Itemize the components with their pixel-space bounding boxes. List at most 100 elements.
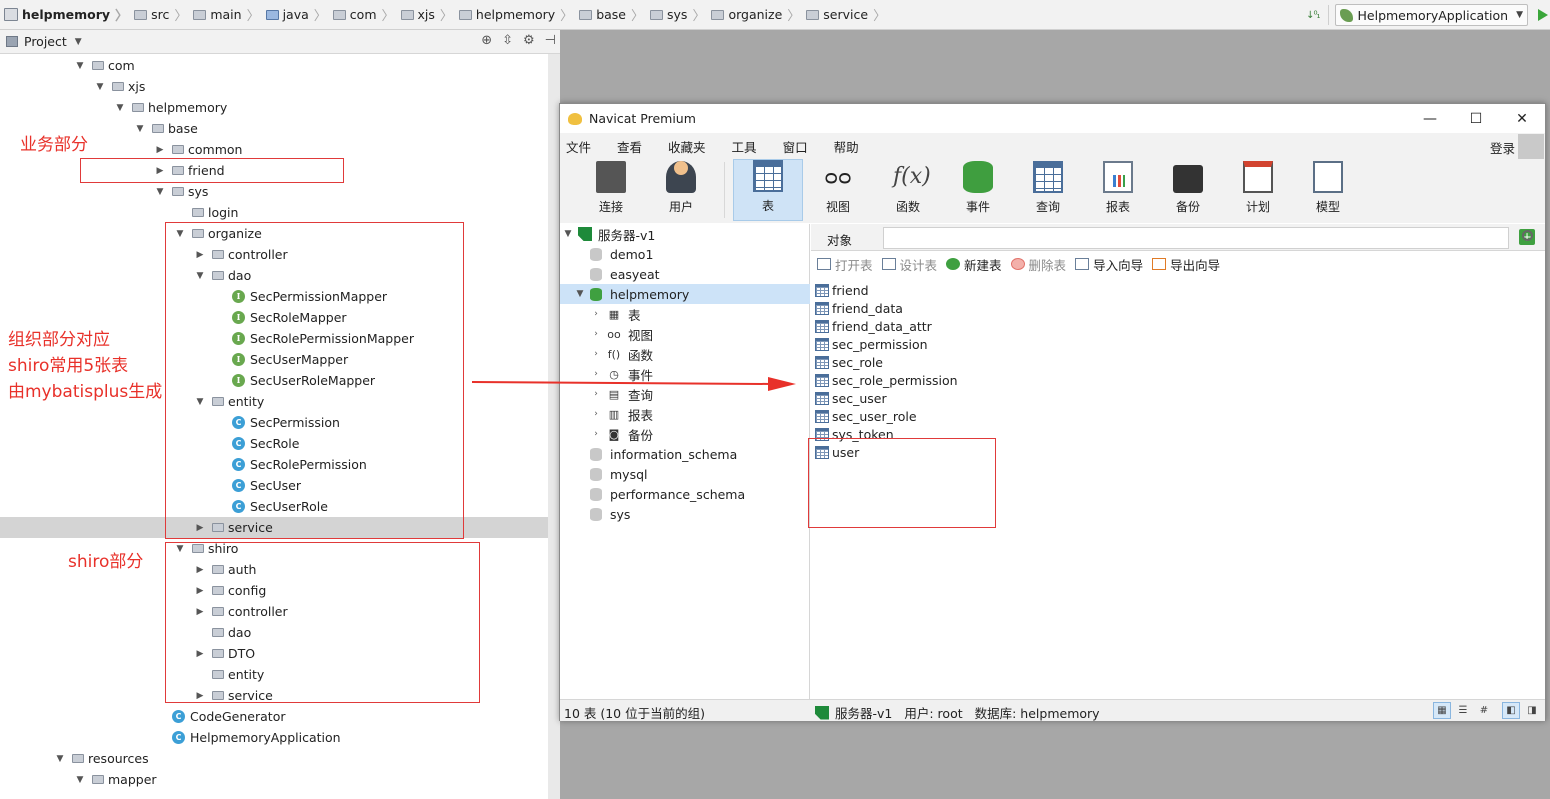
hide-icon[interactable]: ⊣: [545, 33, 556, 48]
connection-tree-row[interactable]: easyeat: [560, 264, 810, 284]
tree-row[interactable]: ▼ mapper: [0, 769, 560, 790]
toolbar-button-function[interactable]: f(x) 函数: [873, 159, 943, 221]
connection-tree-row[interactable]: › ▦ 表: [560, 304, 810, 324]
tree-row[interactable]: ▼ com: [0, 55, 560, 76]
object-tool-button[interactable]: 删除表: [1010, 255, 1066, 274]
connection-tree-row[interactable]: ▼ helpmemory: [560, 284, 810, 304]
maximize-icon[interactable]: ☐: [1453, 104, 1499, 133]
collapse-icon[interactable]: ⇳: [502, 33, 513, 48]
tab-objects[interactable]: 对象: [827, 230, 852, 249]
chevron-down-icon[interactable]: ▼: [154, 187, 166, 197]
list-view-icon[interactable]: ▦: [1433, 702, 1451, 719]
connection-tree-row[interactable]: performance_schema: [560, 484, 810, 504]
object-tool-button[interactable]: 新建表: [946, 255, 1002, 274]
breadcrumb-item[interactable]: helpmemory 〉: [455, 0, 575, 30]
search-icon[interactable]: [1522, 230, 1533, 241]
chevron-down-icon[interactable]: ▼: [54, 754, 66, 764]
table-item[interactable]: friend: [815, 281, 869, 299]
breadcrumb-item[interactable]: xjs 〉: [397, 0, 455, 30]
chevron-down-icon[interactable]: ▼: [562, 229, 574, 239]
breadcrumb-item[interactable]: service 〉: [802, 0, 888, 30]
chevron-right-icon[interactable]: ›: [590, 409, 602, 419]
connection-tree-row[interactable]: ▼ 服务器-v1: [560, 224, 810, 244]
chevron-down-icon[interactable]: ▼: [74, 61, 86, 71]
chevron-down-icon[interactable]: ▼: [134, 124, 146, 134]
connection-tree-row[interactable]: › oo 视图: [560, 324, 810, 344]
chevron-right-icon[interactable]: ›: [590, 329, 602, 339]
locate-icon[interactable]: ⊕: [481, 33, 492, 48]
table-item[interactable]: sec_role_permission: [815, 371, 958, 389]
er-view-icon[interactable]: #: [1475, 702, 1493, 719]
toolbar-button-schedule[interactable]: 计划: [1223, 159, 1293, 221]
breadcrumb-item[interactable]: base 〉: [575, 0, 646, 30]
toolbar-button-view[interactable]: ᴑᴑ 视图: [803, 159, 873, 221]
chevron-right-icon[interactable]: ›: [590, 349, 602, 359]
chevron-down-icon[interactable]: ▼: [75, 37, 82, 47]
breadcrumb-item[interactable]: src 〉: [130, 0, 189, 30]
chevron-down-icon[interactable]: ▼: [94, 82, 106, 92]
breadcrumb-item[interactable]: java 〉: [262, 0, 329, 30]
tree-row[interactable]: ▶CHelpmemoryApplication: [0, 727, 560, 748]
breadcrumb-item[interactable]: main 〉: [189, 0, 261, 30]
run-configuration-select[interactable]: HelpmemoryApplication ▼: [1334, 4, 1528, 26]
table-item[interactable]: friend_data: [815, 299, 903, 317]
connection-tree-row[interactable]: › ▥ 报表: [560, 404, 810, 424]
breadcrumb-item[interactable]: organize 〉: [707, 0, 802, 30]
chevron-right-icon[interactable]: ›: [590, 429, 602, 439]
minimize-icon[interactable]: —: [1407, 104, 1453, 133]
table-item[interactable]: sec_permission: [815, 335, 928, 353]
close-icon[interactable]: ✕: [1499, 104, 1545, 133]
menu-item[interactable]: 收藏夹: [668, 137, 706, 156]
menu-item[interactable]: 文件: [566, 137, 591, 156]
breadcrumb-item[interactable]: com 〉: [329, 0, 397, 30]
toolbar-button-backup[interactable]: 备份: [1153, 159, 1223, 221]
object-tool-button[interactable]: 导出向导: [1152, 255, 1220, 274]
connection-tree-row[interactable]: › ◙ 备份: [560, 424, 810, 444]
connection-tree-row[interactable]: sys: [560, 504, 810, 524]
tree-row[interactable]: ▼ sys: [0, 181, 560, 202]
object-tool-button[interactable]: 设计表: [881, 255, 937, 274]
chevron-down-icon[interactable]: ▼: [574, 289, 586, 299]
menu-item[interactable]: 窗口: [783, 137, 808, 156]
chevron-down-icon[interactable]: ▼: [74, 775, 86, 785]
toolbar-button-plug[interactable]: 连接: [576, 159, 646, 221]
tree-row[interactable]: ▼ xjs: [0, 76, 560, 97]
menu-item[interactable]: 工具: [732, 137, 757, 156]
toolbar-button-report[interactable]: 报表: [1083, 159, 1153, 221]
tree-row[interactable]: ▼ helpmemory: [0, 97, 560, 118]
tree-row[interactable]: ▶CCodeGenerator: [0, 706, 560, 727]
menu-item[interactable]: 帮助: [834, 137, 859, 156]
object-tool-button[interactable]: 导入向导: [1075, 255, 1143, 274]
chevron-right-icon[interactable]: ▶: [154, 145, 166, 155]
toolbar-button-table[interactable]: 表: [733, 159, 803, 221]
connection-tree-row[interactable]: information_schema: [560, 444, 810, 464]
table-item[interactable]: friend_data_attr: [815, 317, 932, 335]
toolbar-button-query[interactable]: 查询: [1013, 159, 1083, 221]
connection-tree-row[interactable]: mysql: [560, 464, 810, 484]
table-item[interactable]: sec_user_role: [815, 407, 917, 425]
run-icon[interactable]: [1538, 9, 1548, 21]
detail-view-icon[interactable]: ☰: [1454, 702, 1472, 719]
sort-icon[interactable]: ↓⁰₁: [1306, 10, 1320, 21]
project-panel-title[interactable]: Project: [24, 34, 67, 49]
tree-row[interactable]: ▶login: [0, 202, 560, 223]
table-item[interactable]: sec_user: [815, 389, 887, 407]
connection-tree-row[interactable]: demo1: [560, 244, 810, 264]
toolbar-button-user[interactable]: 用户: [646, 159, 716, 221]
breadcrumb-item[interactable]: helpmemory 〉: [0, 0, 130, 30]
toolbar-button-event[interactable]: 事件: [943, 159, 1013, 221]
object-panel-toggle-icon[interactable]: ◧: [1502, 702, 1520, 719]
toolbar-button-model[interactable]: 模型: [1293, 159, 1363, 221]
object-tool-button[interactable]: 打开表: [817, 255, 873, 274]
tree-row[interactable]: ▼ resources: [0, 748, 560, 769]
gear-icon[interactable]: ⚙: [523, 33, 535, 48]
info-panel-toggle-icon[interactable]: ◨: [1523, 702, 1541, 719]
table-item[interactable]: sec_role: [815, 353, 883, 371]
chevron-right-icon[interactable]: ›: [590, 309, 602, 319]
menu-item[interactable]: 查看: [617, 137, 642, 156]
login-link[interactable]: 登录: [1490, 138, 1515, 157]
breadcrumb-item[interactable]: sys 〉: [646, 0, 707, 30]
connection-tree-row[interactable]: › f() 函数: [560, 344, 810, 364]
chevron-down-icon[interactable]: ▼: [114, 103, 126, 113]
avatar[interactable]: [1518, 134, 1544, 160]
